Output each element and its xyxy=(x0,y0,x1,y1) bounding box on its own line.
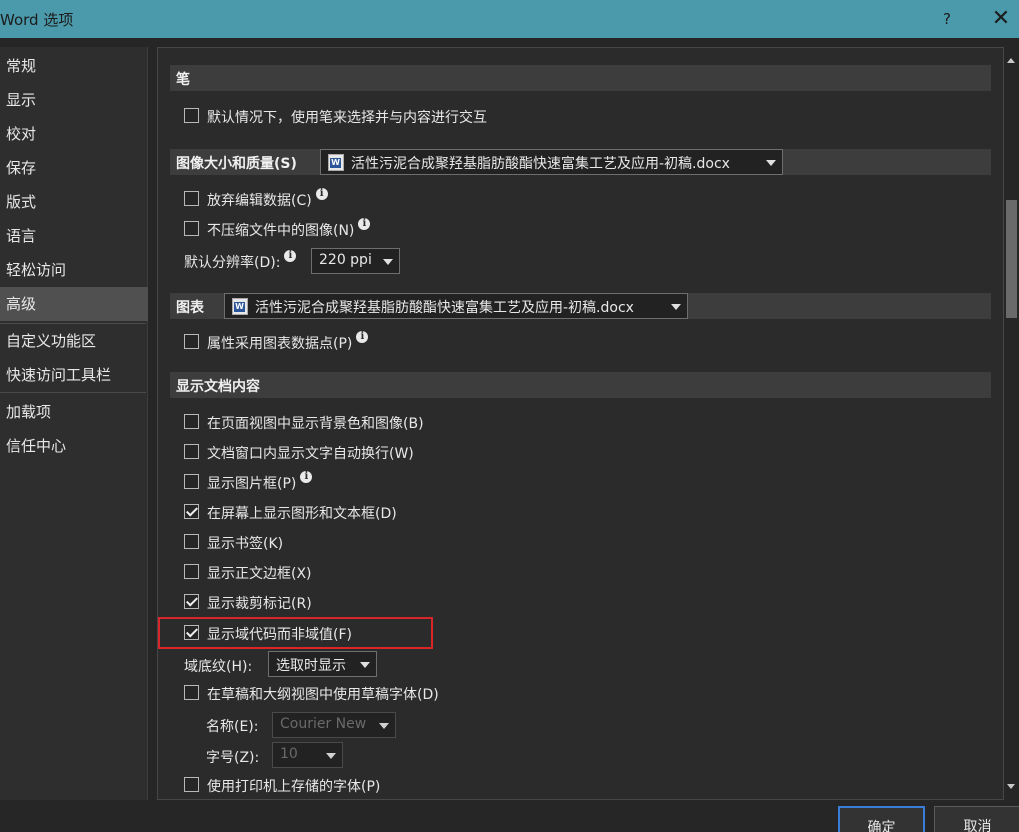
close-button[interactable]: ✕ xyxy=(987,4,1015,34)
image-document-select[interactable]: W 活性污泥合成聚羟基脂肪酸酯快速富集工艺及应用-初稿.docx xyxy=(320,149,783,175)
sidebar-item-trust-center[interactable]: 信任中心 xyxy=(0,429,148,463)
checkbox[interactable] xyxy=(184,504,199,519)
option-label: 不压缩文件中的图像(N) xyxy=(207,223,355,239)
section-title: 笔 xyxy=(176,72,190,88)
word-document-icon: W xyxy=(232,298,248,315)
window-title: Word 选项 xyxy=(0,11,74,29)
sidebar-item-proofing[interactable]: 校对 xyxy=(0,117,148,151)
sidebar-item-quick-access-toolbar[interactable]: 快速访问工具栏 xyxy=(0,358,148,392)
section-title: 显示文档内容 xyxy=(176,379,260,395)
option-label: 文档窗口内显示文字自动换行(W) xyxy=(207,446,414,462)
sidebar-item-customize-ribbon[interactable]: 自定义功能区 xyxy=(0,324,148,358)
option-label: 放弃编辑数据(C) xyxy=(207,193,312,209)
title-bar: Word 选项 ? ✕ xyxy=(0,0,1019,38)
font-name-label: 名称(E): xyxy=(206,719,259,735)
checkbox[interactable] xyxy=(184,777,199,792)
checkbox[interactable] xyxy=(184,108,199,123)
chevron-down-icon xyxy=(326,753,336,759)
field-shading-select[interactable]: 选取时显示 xyxy=(268,651,377,677)
checkbox[interactable] xyxy=(184,191,199,206)
option-label: 默认情况下，使用笔来选择并与内容进行交互 xyxy=(207,110,487,126)
default-resolution-label: 默认分辨率(D): i xyxy=(184,250,297,272)
option-label: 显示书签(K) xyxy=(207,536,284,552)
sidebar-item-language[interactable]: 语言 xyxy=(0,219,148,253)
sidebar-item-advanced[interactable]: 高级 xyxy=(0,287,148,321)
section-header-show-document-content: 显示文档内容 xyxy=(170,372,991,398)
info-icon: i xyxy=(300,471,313,483)
word-document-icon: W xyxy=(328,154,344,171)
font-size-label: 字号(Z): xyxy=(206,750,260,766)
draft-font-size-select: 10 xyxy=(272,742,343,768)
sidebar-item-general[interactable]: 常规 xyxy=(0,49,148,83)
checkbox[interactable] xyxy=(184,564,199,579)
info-icon: i xyxy=(356,331,369,343)
help-button[interactable]: ? xyxy=(936,6,958,32)
info-icon: i xyxy=(284,250,297,262)
option-label: 显示裁剪标记(R) xyxy=(207,596,312,612)
sidebar-item-typography[interactable]: 版式 xyxy=(0,185,148,219)
option-label: 在草稿和大纲视图中使用草稿字体(D) xyxy=(207,687,439,703)
chart-document-select[interactable]: W 活性污泥合成聚羟基脂肪酸酯快速富集工艺及应用-初稿.docx xyxy=(224,293,688,319)
option-label: 在屏幕上显示图形和文本框(D) xyxy=(207,506,397,522)
checkbox[interactable] xyxy=(184,414,199,429)
section-title: 图表 xyxy=(176,300,204,316)
field-shading-label: 域底纹(H): xyxy=(184,659,253,675)
checkbox[interactable] xyxy=(184,334,199,349)
sidebar-item-add-ins[interactable]: 加载项 xyxy=(0,395,148,429)
ok-button[interactable]: 确定 xyxy=(838,806,925,832)
checkbox[interactable] xyxy=(184,594,199,609)
cancel-button[interactable]: 取消 xyxy=(934,806,1019,832)
checkbox[interactable] xyxy=(184,474,199,489)
sidebar-item-display[interactable]: 显示 xyxy=(0,83,148,117)
option-label: 使用打印机上存储的字体(P) xyxy=(207,779,381,795)
sidebar-item-accessibility[interactable]: 轻松访问 xyxy=(0,253,148,287)
checkbox[interactable] xyxy=(184,534,199,549)
checkbox[interactable] xyxy=(184,221,199,236)
info-icon: i xyxy=(315,188,328,200)
option-label: 属性采用图表数据点(P) xyxy=(207,336,353,352)
option-label: 在页面视图中显示背景色和图像(B) xyxy=(207,416,424,432)
sidebar-item-save[interactable]: 保存 xyxy=(0,151,148,185)
section-header-pen: 笔 xyxy=(170,65,991,91)
sidebar-divider xyxy=(0,392,146,393)
chevron-down-icon xyxy=(379,723,389,729)
checkbox[interactable] xyxy=(184,685,199,700)
vertical-scrollbar[interactable] xyxy=(1004,47,1019,800)
scroll-down-arrow-icon[interactable] xyxy=(1007,784,1015,789)
section-title: 图像大小和质量(S) xyxy=(176,156,297,172)
chevron-down-icon xyxy=(671,304,681,310)
checkbox[interactable] xyxy=(184,444,199,459)
sidebar: 常规 显示 校对 保存 版式 语言 轻松访问 高级 自定义功能区 快速访问工具栏… xyxy=(0,47,148,800)
info-icon: i xyxy=(358,218,371,230)
option-label: 显示图片框(P) xyxy=(207,476,297,492)
draft-font-name-select: Courier New xyxy=(272,712,396,738)
chevron-down-icon xyxy=(383,259,393,265)
scrollbar-thumb[interactable] xyxy=(1006,200,1017,318)
default-resolution-select[interactable]: 220 ppi xyxy=(311,248,400,274)
option-label: 显示正文边框(X) xyxy=(207,566,312,582)
chevron-down-icon xyxy=(360,662,370,668)
options-content: 笔 默认情况下，使用笔来选择并与内容进行交互 图像大小和质量(S) W 活性污泥… xyxy=(157,47,1004,800)
scroll-up-arrow-icon[interactable] xyxy=(1007,58,1015,63)
highlight-box xyxy=(158,617,433,649)
chevron-down-icon xyxy=(766,160,776,166)
